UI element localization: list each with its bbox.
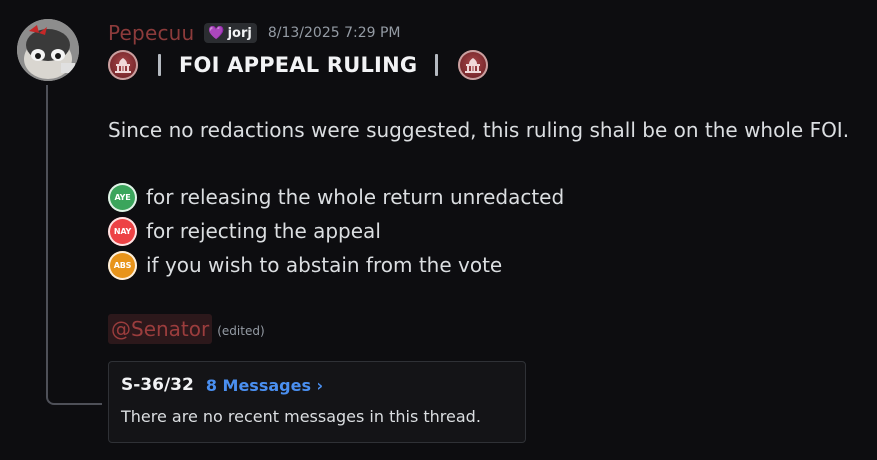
thread-connector-line — [46, 85, 102, 405]
message-body: Since no redactions were suggested, this… — [108, 118, 850, 142]
message-header: Pepecuu 💜 jorj 8/13/2025 7:29 PM — [108, 20, 401, 46]
separator-bar — [158, 54, 161, 76]
role-mention[interactable]: @Senator — [108, 314, 213, 344]
vote-option-nay: NAY for rejecting the appeal — [108, 216, 381, 246]
capitol-seal-icon — [458, 50, 489, 80]
vote-option-text: for releasing the whole return unredacte… — [146, 185, 565, 209]
avatar[interactable] — [17, 19, 79, 81]
vote-option-aye: AYE for releasing the whole return unred… — [108, 182, 564, 212]
avatar-image — [17, 19, 79, 81]
vote-option-text: if you wish to abstain from the vote — [146, 253, 503, 277]
thread-header: S-36/32 8 Messages › — [121, 375, 323, 395]
user-tag[interactable]: 💜 jorj — [204, 23, 257, 43]
aye-emoji-icon[interactable]: AYE — [108, 182, 137, 212]
username[interactable]: Pepecuu — [108, 21, 194, 45]
nay-emoji-icon[interactable]: NAY — [108, 216, 137, 246]
heart-icon: 💜 — [208, 25, 225, 41]
chat-message: Pepecuu 💜 jorj 8/13/2025 7:29 PM FOI APP… — [0, 0, 877, 460]
separator-bar — [435, 54, 439, 76]
vote-option-abstain: ABS if you wish to abstain from the vote — [108, 250, 502, 280]
timestamp[interactable]: 8/13/2025 7:29 PM — [268, 25, 401, 41]
edited-label[interactable]: (edited) — [217, 320, 264, 338]
thread-preview-card[interactable]: S-36/32 8 Messages › There are no recent… — [108, 361, 526, 443]
mention-row: @Senator (edited) — [108, 314, 265, 344]
vote-option-text: for rejecting the appeal — [146, 219, 381, 243]
abs-emoji-icon[interactable]: ABS — [108, 250, 137, 280]
thread-name[interactable]: S-36/32 — [121, 375, 194, 395]
title-row: FOI APPEAL RULING — [108, 49, 489, 81]
capitol-seal-icon — [108, 50, 138, 80]
message-title: FOI APPEAL RULING — [179, 53, 418, 77]
thread-empty-text: There are no recent messages in this thr… — [121, 407, 481, 426]
thread-messages-link[interactable]: 8 Messages › — [206, 376, 323, 395]
user-tag-label: jorj — [227, 25, 252, 41]
